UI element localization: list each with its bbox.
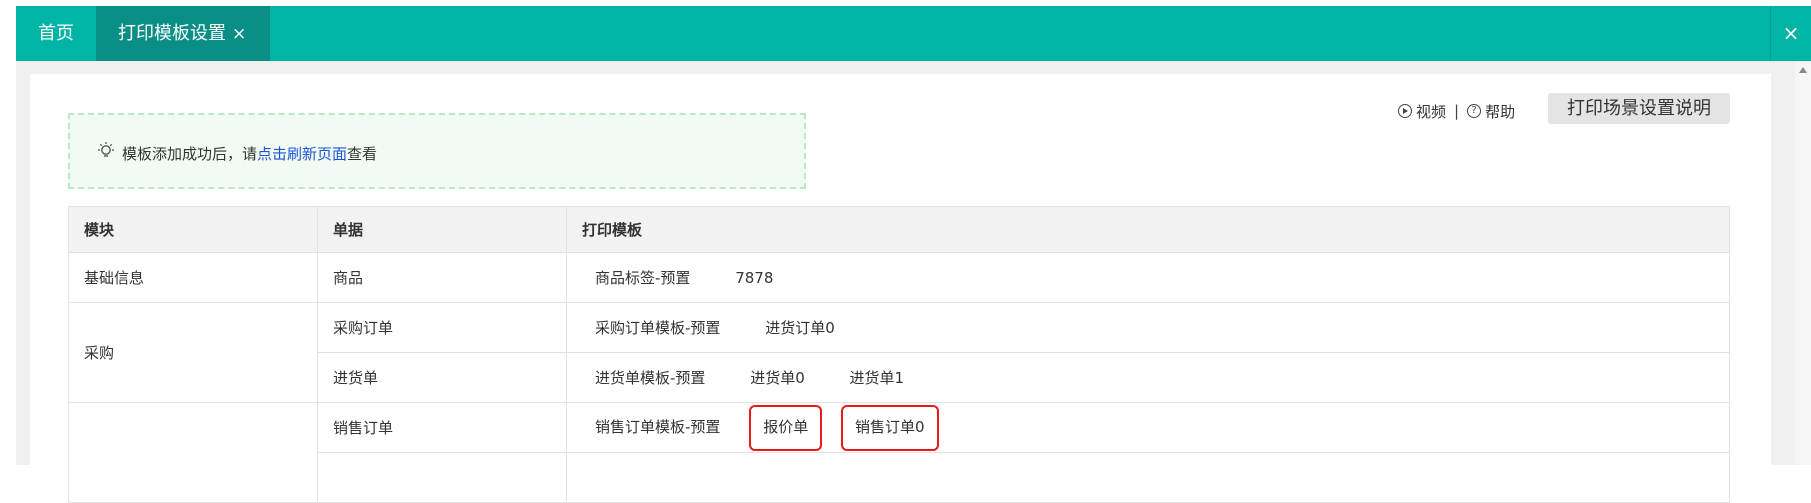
tab-home[interactable]: 首页 bbox=[16, 6, 96, 61]
document-cell: 进货单 bbox=[317, 352, 567, 403]
table-header-row: 模块 单据 打印模板 bbox=[68, 206, 1730, 253]
video-link[interactable]: 视频 bbox=[1416, 101, 1446, 122]
help-question-icon[interactable]: ? bbox=[1467, 104, 1482, 118]
template-link[interactable]: 进货单模板-预置 bbox=[595, 367, 705, 388]
template-link[interactable]: 商品标签-预置 bbox=[595, 267, 690, 288]
table-row: 销售订单 销售订单模板-预置 报价单 销售订单0 bbox=[68, 402, 1730, 503]
table-row bbox=[69, 452, 1730, 503]
document-cell: 采购订单 bbox=[317, 302, 567, 353]
table-row: 进货单 进货单模板-预置 进货单0 进货单1 bbox=[69, 352, 1730, 403]
module-cell bbox=[68, 402, 318, 503]
template-link[interactable]: 进货单0 bbox=[750, 367, 805, 388]
template-link[interactable]: 销售订单模板-预置 bbox=[595, 416, 720, 437]
tab-bar: 首页 打印模板设置 × × bbox=[16, 6, 1811, 61]
module-cell: 基础信息 bbox=[68, 252, 318, 303]
document-cell: 销售订单 bbox=[317, 402, 567, 453]
notice-message: 模板添加成功后，请点击刷新页面查看 bbox=[122, 143, 377, 164]
document-cell bbox=[317, 452, 567, 503]
template-link[interactable]: 7878 bbox=[735, 269, 773, 287]
templates-cell: 采购订单模板-预置 进货订单0 bbox=[566, 302, 1730, 353]
lightbulb-icon bbox=[98, 142, 114, 157]
notice-prefix: 模板添加成功后，请 bbox=[122, 145, 258, 163]
tab-print-template-settings[interactable]: 打印模板设置 × bbox=[96, 6, 270, 61]
close-all-icon[interactable]: × bbox=[1770, 6, 1811, 61]
scroll-up-arrow-icon[interactable] bbox=[1799, 67, 1807, 73]
table-row: 采购 采购订单 采购订单模板-预置 进货订单0 bbox=[68, 302, 1730, 403]
document-cell: 商品 bbox=[317, 252, 567, 303]
refresh-page-link[interactable]: 点击刷新页面 bbox=[257, 145, 347, 163]
templates-cell: 销售订单模板-预置 报价单 销售订单0 bbox=[566, 402, 1730, 453]
notice-box: 模板添加成功后，请点击刷新页面查看 bbox=[68, 113, 806, 189]
template-link-highlighted[interactable]: 销售订单0 bbox=[841, 404, 939, 451]
header-document: 单据 bbox=[317, 206, 567, 253]
table-row: 基础信息 商品 商品标签-预置 7878 bbox=[68, 252, 1730, 303]
template-link[interactable]: 采购订单模板-预置 bbox=[595, 317, 720, 338]
notice-suffix: 查看 bbox=[347, 145, 378, 163]
help-link[interactable]: 帮助 bbox=[1485, 101, 1515, 122]
templates-cell: 进货单模板-预置 进货单0 进货单1 bbox=[566, 352, 1730, 403]
tab-close-icon[interactable]: × bbox=[232, 24, 246, 44]
header-module: 模块 bbox=[68, 206, 318, 253]
print-scene-settings-button[interactable]: 打印场景设置说明 bbox=[1548, 93, 1730, 124]
header-print-template: 打印模板 bbox=[566, 206, 1730, 253]
template-link-highlighted[interactable]: 报价单 bbox=[749, 404, 823, 451]
module-cell: 采购 bbox=[68, 302, 318, 403]
template-link[interactable]: 进货单1 bbox=[850, 367, 905, 388]
print-template-table: 模块 单据 打印模板 基础信息 商品 商品标签-预置 7878 采购 采购订单 … bbox=[68, 206, 1730, 503]
vertical-scrollbar[interactable] bbox=[1795, 61, 1811, 465]
help-separator: | bbox=[1454, 102, 1460, 120]
video-play-icon[interactable] bbox=[1398, 104, 1412, 118]
templates-cell: 商品标签-预置 7878 bbox=[566, 252, 1730, 303]
help-links: 视频 | ? 帮助 bbox=[1398, 100, 1515, 122]
template-link[interactable]: 进货订单0 bbox=[765, 317, 835, 338]
templates-cell bbox=[566, 452, 1730, 503]
tab-label: 打印模板设置 bbox=[118, 23, 226, 44]
